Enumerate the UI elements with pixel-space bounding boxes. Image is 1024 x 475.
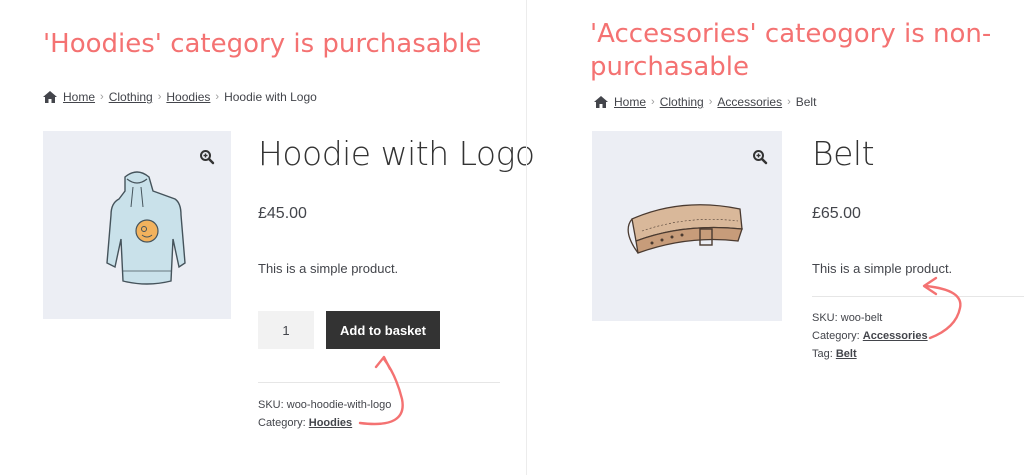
breadcrumb-home-link[interactable]: Home (63, 90, 95, 104)
category-label: Category: (258, 417, 306, 429)
product-image-hoodie[interactable] (43, 131, 231, 319)
non-purchasable-annotation: 'Accessories' cateogory is non- purchasa… (590, 18, 991, 84)
sku-value: woo-belt (840, 312, 883, 324)
breadcrumb-separator: › (651, 96, 655, 108)
breadcrumb-hoodies-link[interactable]: Hoodies (166, 90, 210, 104)
breadcrumb-separator: › (708, 96, 713, 108)
curved-arrow-annotation (922, 276, 962, 340)
tag-belt-link[interactable]: Belt (836, 348, 857, 360)
magnifier-zoom-icon[interactable] (199, 149, 215, 165)
category-line: Category: Accessories (812, 330, 928, 342)
product-price: £45.00 (258, 205, 307, 222)
left-panel: 'Hoodies' category is purchasable Home ›… (0, 0, 535, 475)
product-description: This is a simple product. (258, 261, 399, 276)
breadcrumb: Home › Clothing › Hoodies › Hoodie with … (43, 90, 317, 104)
product-image-belt[interactable] (592, 131, 782, 321)
home-icon (43, 91, 57, 103)
magnifier-zoom-icon[interactable] (752, 149, 768, 165)
breadcrumb-current: Belt (795, 95, 817, 109)
category-label: Category: (812, 330, 860, 342)
home-icon (594, 96, 608, 108)
breadcrumb-separator: › (787, 96, 791, 108)
breadcrumb-accessories-link[interactable]: Accessories (717, 95, 782, 109)
tag-line: Tag: Belt (812, 348, 857, 360)
purchasable-annotation: 'Hoodies' category is purchasable (43, 29, 482, 59)
sku-line: SKU: woo-belt (812, 312, 882, 324)
tag-label: Tag: (812, 348, 833, 360)
breadcrumb-separator: › (100, 91, 104, 103)
annotation-line: purchasable (590, 52, 750, 82)
category-line: Category: Hoodies (258, 417, 352, 429)
product-price: £65.00 (812, 205, 861, 222)
curved-arrow-annotation (358, 355, 404, 426)
breadcrumb-separator: › (157, 91, 162, 103)
breadcrumb-separator: › (215, 91, 220, 103)
add-to-basket-button[interactable]: Add to basket (326, 311, 440, 349)
breadcrumb-current: Hoodie with Logo (224, 90, 317, 104)
sku-label: SKU: (258, 399, 284, 411)
breadcrumb: Home › Clothing › Accessories › Belt (594, 95, 816, 109)
annotation-line: 'Accessories' cateogory is non- (590, 19, 992, 49)
breadcrumb-clothing-link[interactable]: Clothing (109, 90, 153, 104)
right-panel: 'Accessories' cateogory is non- purchasa… (528, 0, 1024, 475)
product-title: Hoodie with Logo (258, 134, 535, 173)
breadcrumb-home-link[interactable]: Home (614, 95, 646, 109)
breadcrumb-clothing-link[interactable]: Clothing (660, 95, 704, 109)
product-title: Belt (812, 134, 875, 173)
panel-divider (526, 0, 527, 475)
sku-label: SKU: (812, 312, 838, 324)
quantity-input[interactable] (258, 311, 314, 349)
